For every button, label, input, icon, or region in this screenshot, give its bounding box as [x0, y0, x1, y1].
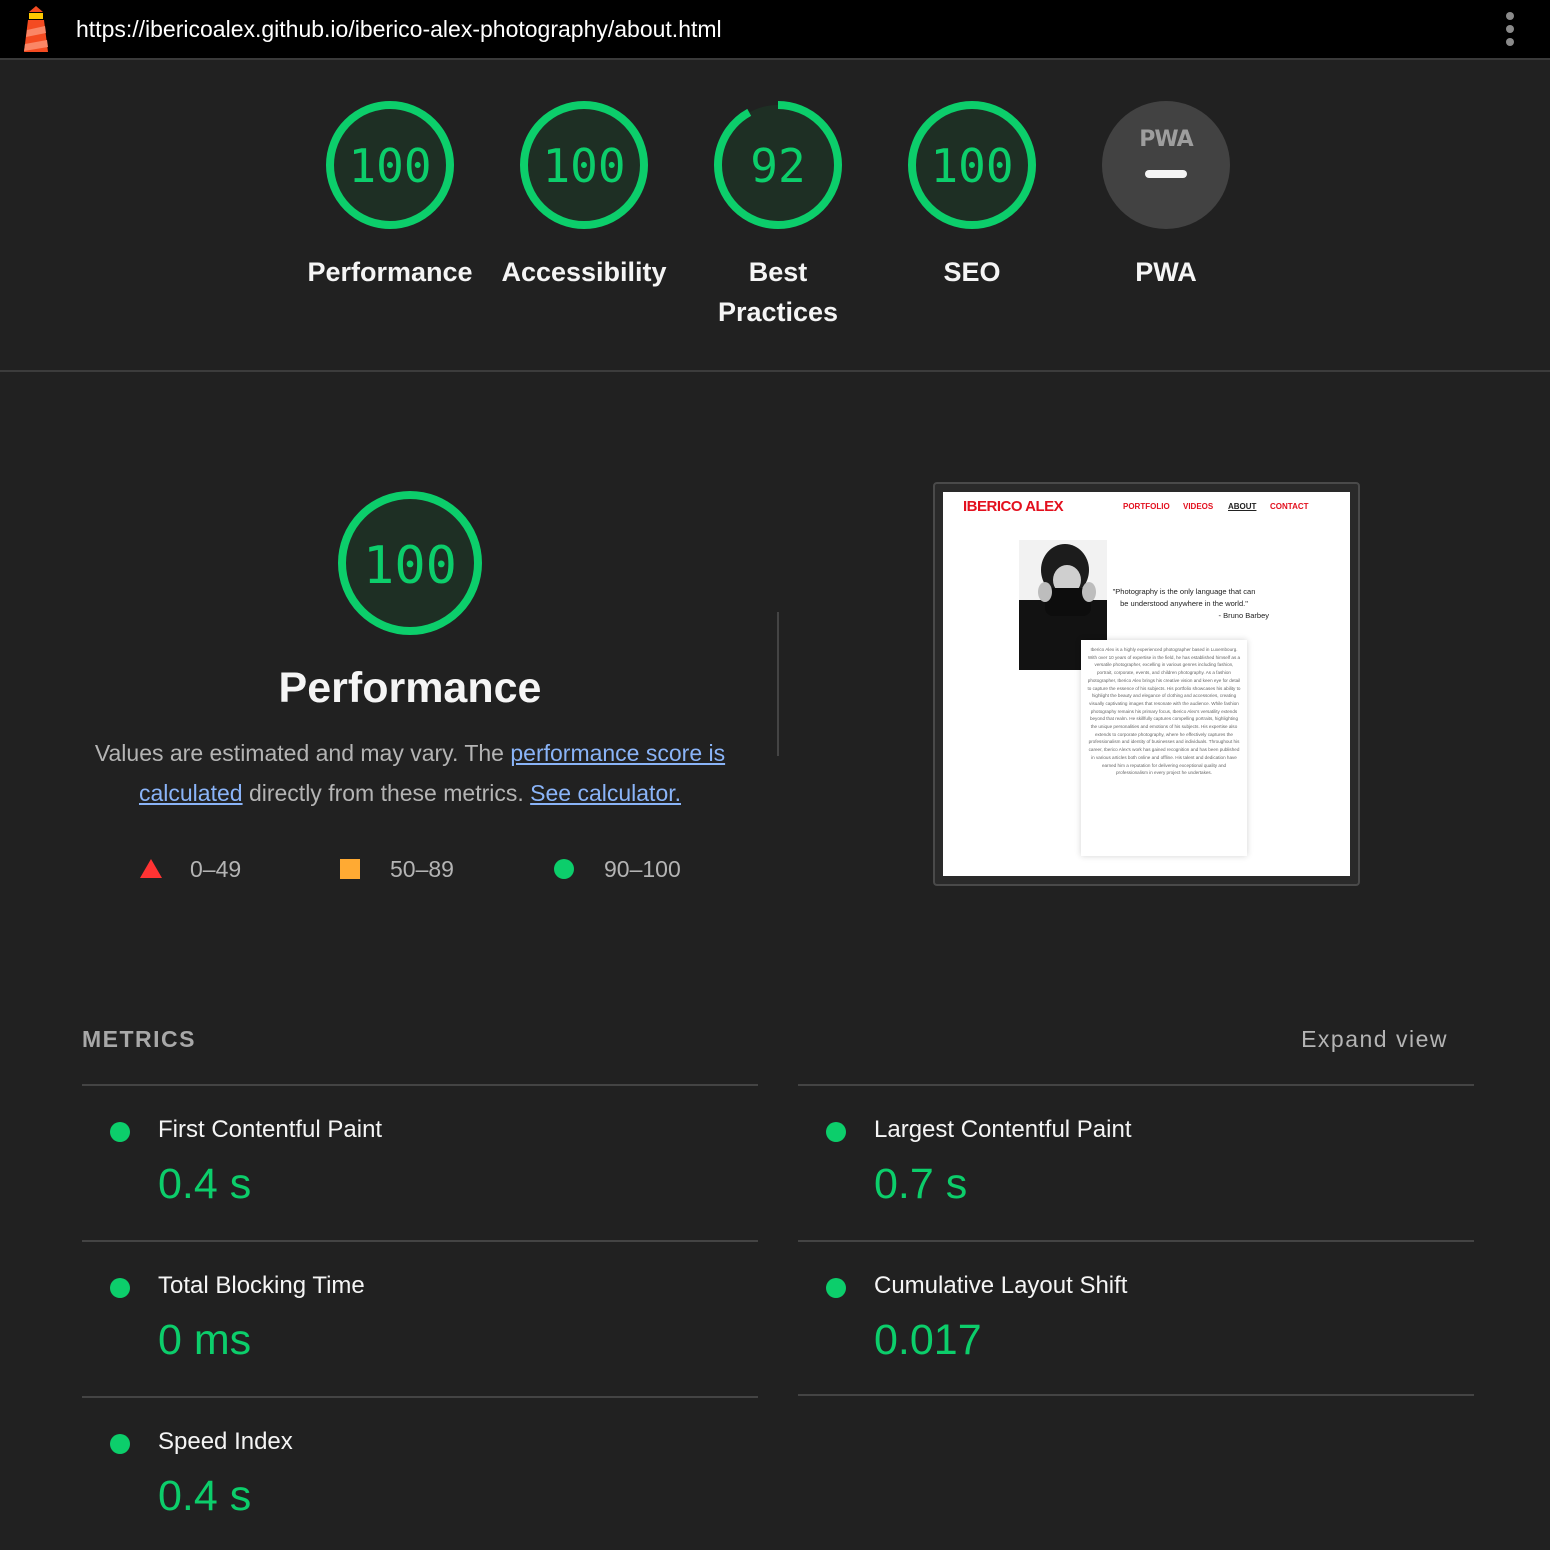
circle-icon [554, 859, 574, 879]
page-url: https://ibericoalex.github.io/iberico-al… [76, 16, 722, 42]
score-ring: 100 [520, 101, 648, 229]
score-value: 92 [750, 139, 805, 193]
score-ring: 100 [326, 101, 454, 229]
kebab-menu-icon[interactable] [1500, 12, 1520, 48]
screenshot-page: IBERICO ALEX PORTFOLIO VIDEOS ABOUT CONT… [943, 492, 1350, 876]
metric-speed-index: Speed Index 0.4 s [82, 1396, 758, 1550]
pass-circle-icon [826, 1278, 846, 1298]
nav-portfolio: PORTFOLIO [1123, 502, 1170, 511]
metric-name: Total Blocking Time [158, 1272, 365, 1299]
gauge-best-practices[interactable]: 92 Best Practices [688, 100, 868, 332]
metric-name: Largest Contentful Paint [874, 1116, 1132, 1143]
score-value: 100 [930, 139, 1013, 193]
svg-text:PWA: PWA [1139, 127, 1193, 152]
gauge-label: Best Practices [717, 257, 839, 327]
metric-lcp: Largest Contentful Paint 0.7 s [798, 1084, 1474, 1240]
nav-contact: CONTACT [1270, 502, 1309, 511]
nav-about: ABOUT [1228, 502, 1257, 511]
performance-summary: 100 Performance Values are estimated and… [80, 490, 740, 813]
score-ring: 92 [714, 101, 842, 229]
triangle-icon [140, 859, 162, 878]
section-divider [0, 370, 1550, 372]
metrics-header: METRICS Expand view [82, 1024, 1474, 1058]
gauge-label: Accessibility [501, 257, 667, 287]
performance-title: Performance [278, 664, 542, 712]
top-bar: https://ibericoalex.github.io/iberico-al… [0, 0, 1550, 60]
category-gauges: 100 Performance 100 Accessibility 92 Bes… [0, 62, 1550, 370]
gauge-seo[interactable]: 100 SEO [882, 100, 1062, 292]
metric-name: Cumulative Layout Shift [874, 1272, 1128, 1299]
score-value: 100 [363, 536, 457, 596]
gauge-accessibility[interactable]: 100 Accessibility [494, 100, 674, 292]
quote: "Photography is the only language that c… [1112, 587, 1269, 620]
pass-circle-icon [826, 1122, 846, 1142]
pwa-badge-icon: PWA [1102, 101, 1230, 229]
final-screenshot[interactable]: IBERICO ALEX PORTFOLIO VIDEOS ABOUT CONT… [933, 482, 1360, 886]
square-icon [340, 859, 360, 879]
see-calculator-link[interactable]: See calculator. [530, 780, 681, 806]
gauge-label: SEO [943, 257, 1001, 287]
metrics-title: METRICS [82, 1026, 196, 1052]
metric-value: 0 ms [158, 1316, 252, 1364]
metric-fcp: First Contentful Paint 0.4 s [82, 1084, 758, 1240]
score-value: 100 [542, 139, 625, 193]
gauge-label: Performance [307, 257, 473, 287]
bio-card: Iberico Alex is a highly experienced pho… [1081, 640, 1247, 856]
nav-videos: VIDEOS [1183, 502, 1214, 511]
gauge-label: PWA [1135, 257, 1197, 287]
metric-value: 0.4 s [158, 1472, 252, 1520]
pass-circle-icon [110, 1434, 130, 1454]
pass-circle-icon [110, 1122, 130, 1142]
metric-tbt: Total Blocking Time 0 ms [82, 1240, 758, 1396]
score-value: 100 [348, 139, 431, 193]
metric-value: 0.017 [874, 1316, 982, 1364]
score-legend: 0–49 50–89 90–100 [140, 852, 740, 886]
metric-value: 0.7 s [874, 1160, 968, 1208]
gauge-pwa[interactable]: PWA PWA [1076, 100, 1256, 292]
metric-name: First Contentful Paint [158, 1116, 383, 1143]
metric-name: Speed Index [158, 1428, 293, 1455]
performance-description: Values are estimated and may vary. The p… [94, 740, 726, 806]
lighthouse-icon [24, 6, 48, 52]
pass-circle-icon [110, 1278, 130, 1298]
metric-cls: Cumulative Layout Shift 0.017 [798, 1240, 1474, 1396]
gauge-performance[interactable]: 100 Performance [300, 100, 480, 292]
metric-value: 0.4 s [158, 1160, 252, 1208]
vertical-divider [777, 612, 779, 756]
metrics-divider [798, 1394, 1474, 1396]
expand-view-button[interactable]: Expand view [1301, 1026, 1448, 1053]
score-ring: 100 [908, 101, 1036, 229]
performance-score-ring: 100 [338, 491, 482, 635]
site-brand: IBERICO ALEX [963, 498, 1064, 515]
